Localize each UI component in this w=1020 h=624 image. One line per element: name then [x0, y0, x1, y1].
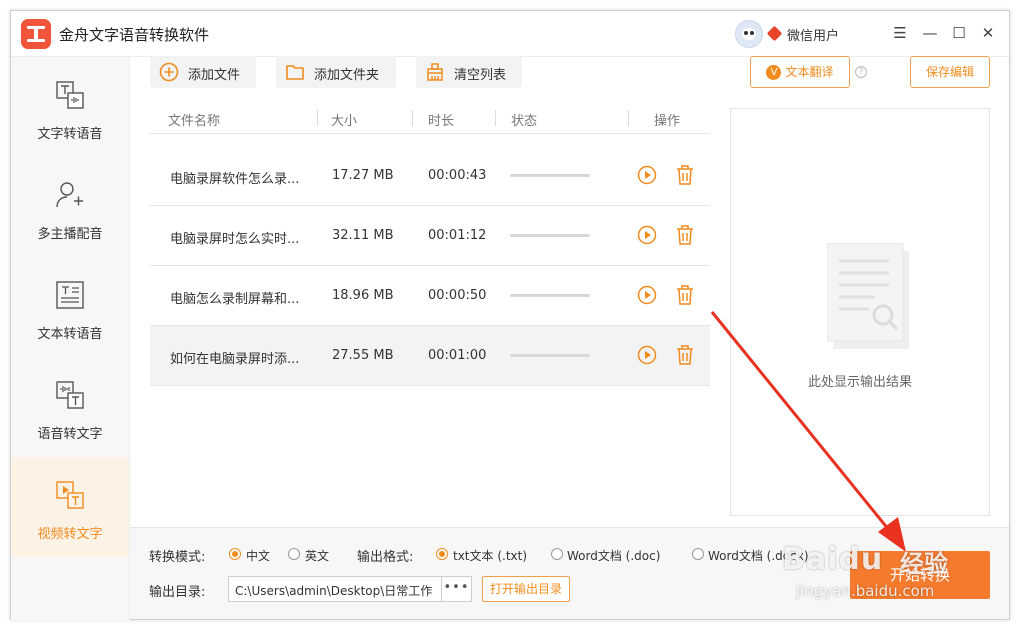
sidebar-item-label: 语音转文字 — [37, 427, 103, 442]
mode-radio-english[interactable] — [288, 548, 300, 560]
user-name[interactable]: 微信用户 — [787, 25, 839, 44]
file-duration: 00:01:12 — [428, 228, 487, 243]
output-dir-input[interactable]: C:\Users\admin\Desktop\日常工作 — [228, 576, 442, 602]
sidebar-item-text-to-speech[interactable]: 文字转语音 — [11, 57, 129, 157]
multi-voice-icon — [56, 182, 83, 208]
add-file-button[interactable]: 添加文件 — [150, 56, 256, 88]
progress-bar — [510, 354, 590, 357]
column-status: 状态 — [511, 114, 538, 129]
mode-option-label[interactable]: 英文 — [305, 547, 329, 564]
open-output-dir-button[interactable]: 打开输出目录 — [482, 576, 570, 602]
mode-radio-chinese[interactable] — [229, 548, 241, 560]
translate-badge-icon: V — [766, 65, 782, 80]
app-title: 金舟文字语音转换软件 — [59, 26, 210, 44]
vip-diamond-icon — [766, 25, 783, 42]
add-folder-label: 添加文件夹 — [314, 68, 380, 83]
table-row[interactable]: 电脑录屏软件怎么录... 17.27 MB 00:00:43 — [150, 146, 710, 206]
column-duration: 时长 — [428, 114, 455, 129]
add-folder-button[interactable]: 添加文件夹 — [276, 56, 396, 88]
help-icon[interactable]: ? — [855, 66, 867, 78]
format-label: 输出格式: — [357, 550, 414, 565]
sidebar-item-label: 视频转文字 — [37, 527, 103, 542]
add-file-label: 添加文件 — [188, 68, 241, 83]
sidebar-item-multi-voice[interactable]: 多主播配音 — [11, 157, 129, 257]
file-name: 电脑怎么录制屏幕和... — [170, 292, 300, 307]
file-table-header: 文件名称 大小 时长 状态 操作 — [150, 102, 710, 134]
file-duration: 00:01:00 — [428, 348, 487, 363]
format-radio-doc[interactable] — [551, 548, 563, 560]
progress-bar — [510, 294, 590, 297]
output-dir-label: 输出目录: — [149, 585, 206, 600]
title-bar: 金舟文字语音转换软件 微信用户 ☰ — ☐ ✕ — [11, 11, 1009, 57]
preview-placeholder: 此处显示输出结果 — [807, 375, 912, 390]
play-icon[interactable] — [637, 165, 657, 185]
column-action: 操作 — [654, 114, 681, 129]
output-preview-panel: 此处显示输出结果 — [730, 108, 990, 516]
browse-dir-button[interactable]: ••• — [442, 576, 472, 602]
document-to-speech-icon — [56, 281, 84, 309]
progress-bar — [510, 234, 590, 237]
trash-icon[interactable] — [675, 164, 695, 186]
file-size: 32.11 MB — [332, 228, 394, 243]
close-icon[interactable]: ✕ — [977, 22, 999, 44]
trash-icon[interactable] — [675, 224, 695, 246]
text-to-speech-icon — [56, 81, 84, 109]
file-name: 如何在电脑录屏时添... — [170, 352, 300, 367]
format-option-label[interactable]: Word文档 (.docx) — [708, 547, 809, 564]
file-size: 27.55 MB — [332, 348, 394, 363]
column-name: 文件名称 — [168, 114, 221, 129]
file-name: 电脑录屏软件怎么录... — [170, 172, 300, 187]
mode-option-label[interactable]: 中文 — [246, 547, 270, 564]
play-icon[interactable] — [637, 285, 657, 305]
format-radio-docx[interactable] — [692, 548, 704, 560]
file-size: 17.27 MB — [332, 168, 394, 183]
table-row[interactable]: 如何在电脑录屏时添... 27.55 MB 00:01:00 — [150, 326, 710, 386]
progress-bar — [510, 174, 590, 177]
column-size: 大小 — [331, 114, 358, 129]
menu-icon[interactable]: ☰ — [889, 22, 911, 44]
clear-list-label: 清空列表 — [454, 68, 507, 83]
format-radio-txt[interactable] — [436, 548, 448, 560]
play-icon[interactable] — [637, 345, 657, 365]
translate-button[interactable]: V 文本翻译 — [750, 56, 850, 88]
mode-label: 转换模式: — [149, 550, 206, 565]
file-name: 电脑录屏时怎么实时... — [170, 232, 300, 247]
sidebar: 文字转语音 多主播配音 文本转语音 语音转文字 视频转文字 — [11, 57, 130, 620]
video-to-text-icon — [56, 481, 84, 509]
app-logo-icon — [21, 19, 51, 49]
sidebar-item-label: 多主播配音 — [37, 227, 103, 242]
sidebar-item-label: 文字转语音 — [37, 127, 103, 142]
sidebar-item-video-to-text[interactable]: 视频转文字 — [11, 457, 129, 557]
folder-icon — [286, 65, 304, 80]
minimize-icon[interactable]: — — [919, 22, 941, 44]
clear-list-button[interactable]: 清空列表 — [416, 56, 522, 88]
table-row[interactable]: 电脑怎么录制屏幕和... 18.96 MB 00:00:50 — [150, 266, 710, 326]
trash-icon[interactable] — [675, 344, 695, 366]
format-option-label[interactable]: txt文本 (.txt) — [453, 547, 527, 564]
format-option-label[interactable]: Word文档 (.doc) — [567, 547, 660, 564]
sidebar-item-doc-to-speech[interactable]: 文本转语音 — [11, 257, 129, 357]
maximize-icon[interactable]: ☐ — [948, 22, 970, 44]
save-edit-button[interactable]: 保存编辑 — [910, 56, 990, 88]
empty-document-icon — [827, 243, 909, 349]
trash-icon[interactable] — [675, 284, 695, 306]
play-icon[interactable] — [637, 225, 657, 245]
file-size: 18.96 MB — [332, 288, 394, 303]
start-convert-button[interactable]: 开始转换 — [850, 551, 990, 599]
plus-circle-icon — [159, 62, 179, 82]
table-row[interactable]: 电脑录屏时怎么实时... 32.11 MB 00:01:12 — [150, 206, 710, 266]
options-bar: 转换模式: 中文 英文 输出格式: txt文本 (.txt) Word文档 (.… — [130, 527, 1009, 619]
sidebar-item-label: 文本转语音 — [37, 327, 103, 342]
broom-icon — [427, 63, 443, 81]
sidebar-item-speech-to-text[interactable]: 语音转文字 — [11, 357, 129, 457]
translate-label: 文本翻译 — [785, 65, 834, 79]
speech-to-text-icon — [56, 381, 84, 409]
user-avatar[interactable] — [735, 20, 763, 48]
file-duration: 00:00:43 — [428, 168, 487, 183]
file-duration: 00:00:50 — [428, 288, 487, 303]
